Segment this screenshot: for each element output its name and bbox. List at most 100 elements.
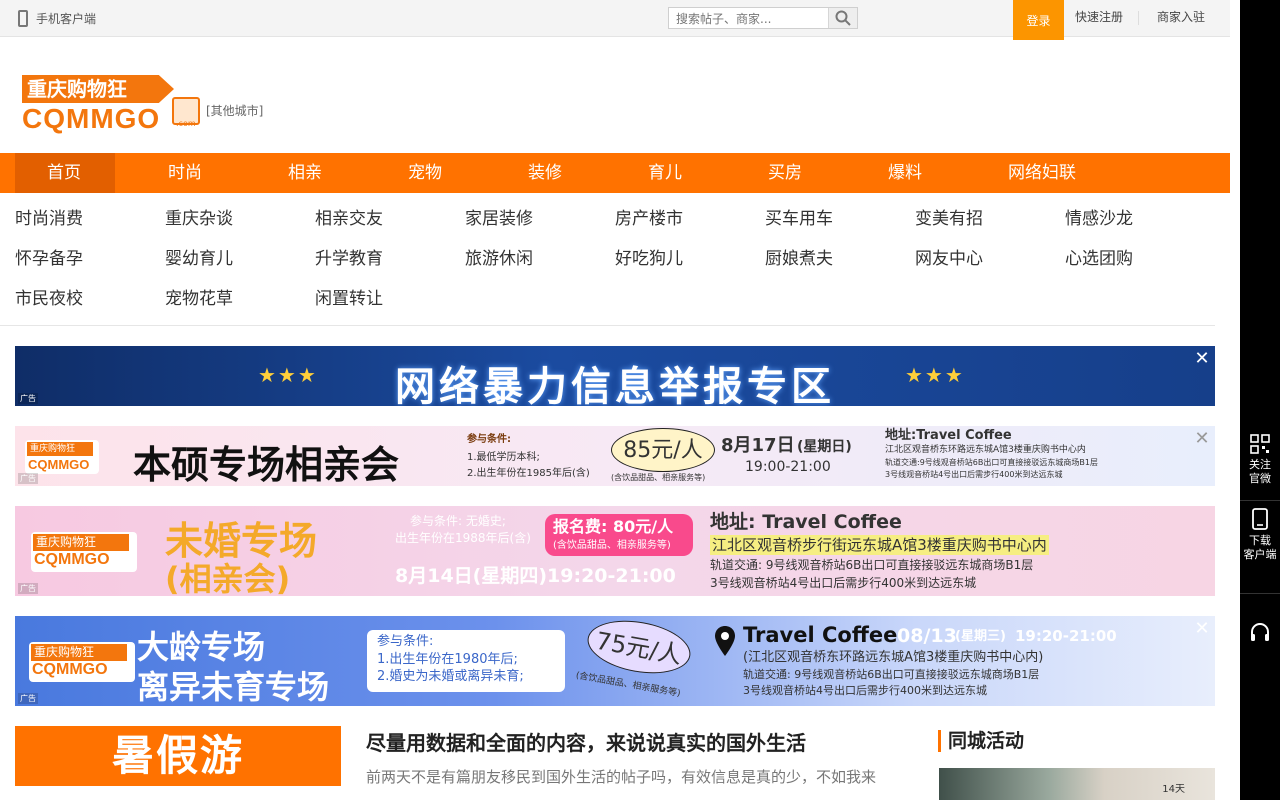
fee: 报名费: 80元/人	[553, 517, 674, 536]
cond-2: 2.出生年份在1985年后(含)	[467, 468, 590, 479]
cond-2: 2.婚史为未婚或离异未育;	[377, 669, 524, 684]
search-button[interactable]	[828, 8, 857, 28]
nav-item-decoration[interactable]: 装修	[495, 153, 615, 193]
nav-item-pets[interactable]: 宠物	[375, 153, 495, 193]
subcat-link[interactable]: 变美有招	[915, 206, 1065, 246]
subcat-link[interactable]: 闲置转让	[315, 286, 465, 326]
article-summary: 前两天不是有篇朋友移民到国外生活的帖子吗，有效信息是真的少，不如我来	[366, 768, 877, 786]
follow-label-2: 官微	[1249, 472, 1271, 485]
ad-tag: 广告	[18, 583, 38, 594]
time: 19:20-21:00	[1015, 627, 1117, 645]
date: 8月17日	[721, 435, 795, 456]
subcat-link[interactable]: 网友中心	[915, 246, 1065, 286]
place: Travel Coffee	[743, 623, 898, 647]
addr-head: 地址:Travel Coffee	[885, 428, 1012, 443]
nav-item-parenting[interactable]: 育儿	[615, 153, 735, 193]
search-icon	[835, 10, 851, 26]
addr-3: 3号线观音桥站4号出口后需步行400米到达远东城	[885, 470, 1063, 479]
download-client-button[interactable]: 下载 客户端	[1240, 508, 1280, 562]
search-input[interactable]	[669, 9, 829, 29]
addr-1: 江北区观音桥东环路远东城A馆3楼重庆购书中心内	[885, 445, 1086, 455]
subcat-link[interactable]: 市民夜校	[15, 286, 165, 326]
page: 手机客户端 登录 快速注册 商家入驻 重庆购物狂 CQMMGO .com [其他…	[0, 0, 1280, 800]
price-bubble: 85元/人	[611, 428, 715, 472]
sub-categories: 时尚消费 重庆杂谈 相亲交友 家居装修 房产楼市 买车用车 变美有招 情感沙龙 …	[0, 193, 1215, 326]
subcat-link[interactable]: 相亲交友	[315, 206, 465, 246]
date: 08/13	[897, 625, 957, 647]
city-event-image[interactable]: 14天	[939, 768, 1215, 800]
qr-code-icon	[1250, 434, 1270, 454]
addr-2: 轨道交通:9号线观音桥站6B出口可直接接驳远东城商场B1层	[885, 458, 1098, 467]
headset-icon	[1251, 623, 1269, 641]
nav-item-home[interactable]: 首页	[15, 153, 115, 193]
location-pin-icon	[715, 626, 735, 656]
ad-banner-report-zone[interactable]: ★★★ 网络暴力信息举报专区 ★★★ ✕ 广告	[15, 346, 1215, 406]
follow-label: 关注	[1249, 458, 1271, 471]
addr-3: 3号线观音桥站4号出口后需步行400米到达远东城	[710, 576, 977, 590]
mini-logo-en: CQMMGO	[34, 551, 110, 568]
ad-banner-unmarried-dating[interactable]: 重庆购物狂 CQMMGO 未婚专场 (相亲会) 参与条件: 无婚史; 出生年份在…	[15, 506, 1215, 596]
mini-logo-cn: 重庆购物狂	[31, 644, 127, 661]
panel-divider	[1240, 500, 1280, 501]
logo-com: .com	[176, 119, 196, 128]
other-city-link[interactable]: [其他城市]	[206, 102, 263, 119]
subcat-link[interactable]: 婴幼育儿	[165, 246, 315, 286]
addr-2: 轨道交通: 9号线观音桥站6B出口可直接接驳远东城商场B1层	[710, 558, 1034, 572]
nav-item-fashion[interactable]: 时尚	[135, 153, 255, 193]
subcat-link[interactable]: 家居装修	[465, 206, 615, 246]
register-link[interactable]: 快速注册	[1075, 0, 1123, 36]
subcat-link[interactable]: 重庆杂谈	[165, 206, 315, 246]
addr-2: 轨道交通: 9号线观音桥站6B出口可直接接驳远东城商场B1层	[743, 668, 1040, 681]
floating-side-panel: 关注 官微 下载 客户端	[1240, 0, 1280, 800]
banner-title-2: 离异未育专场	[137, 668, 330, 706]
subcat-link[interactable]: 旅游休闲	[465, 246, 615, 286]
cond-1: 1.最低学历本科;	[467, 452, 540, 463]
panel-divider	[1240, 593, 1280, 594]
subcat-link[interactable]: 时尚消费	[15, 206, 165, 246]
close-icon[interactable]: ✕	[1192, 429, 1212, 449]
subcat-link[interactable]: 心选团购	[1065, 246, 1215, 286]
subcat-link[interactable]: 房产楼市	[615, 206, 765, 246]
login-button[interactable]: 登录	[1013, 0, 1064, 40]
subcat-link[interactable]: 买车用车	[765, 206, 915, 246]
nav-item-housing[interactable]: 买房	[735, 153, 855, 193]
download-label-2: 客户端	[1243, 548, 1277, 561]
search-box	[668, 7, 858, 29]
nav-item-dating[interactable]: 相亲	[255, 153, 375, 193]
subcat-link[interactable]: 升学教育	[315, 246, 465, 286]
nav-item-news[interactable]: 爆料	[855, 153, 975, 193]
subcat-link[interactable]: 宠物花草	[165, 286, 315, 326]
ad-tag: 广告	[18, 473, 38, 484]
price-note: (含饮品甜品、相亲服务等)	[575, 670, 682, 700]
cond: 参与条件: 无婚史;	[410, 514, 506, 528]
mini-logo: 重庆购物狂 CQMMGO	[29, 642, 135, 682]
download-label: 下载	[1249, 534, 1271, 547]
mini-logo-cn: 重庆购物狂	[33, 534, 129, 551]
banner-title: 网络暴力信息举报专区	[395, 364, 835, 406]
customer-service-button[interactable]	[1240, 622, 1280, 648]
nav-item-women-federation[interactable]: 网络妇联	[975, 153, 1095, 193]
mobile-client-link[interactable]: 手机客户端	[18, 8, 96, 28]
mini-logo-cn: 重庆购物狂	[27, 442, 93, 456]
article-title[interactable]: 尽量用数据和全面的内容，来说说真实的国外生活	[366, 727, 806, 756]
time: 19:00-21:00	[745, 459, 831, 475]
subcat-link[interactable]: 情感沙龙	[1065, 206, 1215, 246]
price-bubble: 75元/人	[583, 616, 695, 681]
subcat-link[interactable]: 怀孕备孕	[15, 246, 165, 286]
summer-travel-banner[interactable]: 暑假游	[15, 726, 341, 786]
ad-banner-masters-dating[interactable]: 重庆购物狂 CQMMGO 本硕专场相亲会 参与条件: 1.最低学历本科; 2.出…	[15, 426, 1215, 486]
cond-2: 出生年份在1988年后(含)	[395, 531, 531, 545]
banner-title: 本硕专场相亲会	[133, 443, 400, 486]
main-nav: 首页 时尚 相亲 宠物 装修 育儿 买房 爆料 网络妇联	[0, 153, 1230, 193]
weekday: (星期日)	[797, 439, 852, 455]
stars-right: ★★★	[905, 363, 965, 387]
merchant-link[interactable]: 商家入驻	[1157, 0, 1205, 36]
subcat-link[interactable]: 厨娘煮夫	[765, 246, 915, 286]
site-logo[interactable]: 重庆购物狂 CQMMGO .com	[22, 73, 202, 134]
close-icon[interactable]: ✕	[1192, 349, 1212, 369]
ad-banner-mature-dating[interactable]: 重庆购物狂 CQMMGO 大龄专场 离异未育专场 参与条件: 1.出生年份在19…	[15, 616, 1215, 706]
follow-weibo-button[interactable]: 关注 官微	[1240, 434, 1280, 486]
banner-title-2: (相亲会)	[165, 560, 291, 596]
subcat-link[interactable]: 好吃狗儿	[615, 246, 765, 286]
close-icon[interactable]: ✕	[1192, 619, 1212, 639]
